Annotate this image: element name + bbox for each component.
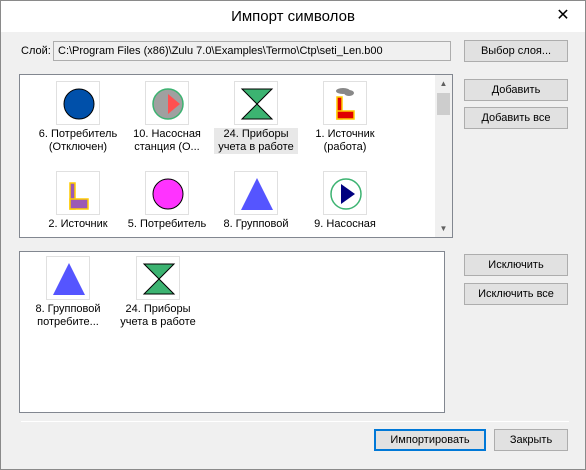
close-button[interactable]: Закрыть	[494, 429, 568, 451]
list-item[interactable]: 24. Приборы учета в работе	[214, 81, 298, 154]
hourglass-meter-icon	[234, 81, 278, 125]
hourglass-meter-icon	[136, 256, 180, 300]
list-item-label: 9. Насосная	[314, 218, 376, 230]
source-working-icon	[323, 81, 367, 125]
choose-layer-button[interactable]: Выбор слоя...	[464, 40, 568, 62]
list-item-label: 6. Потребитель (Отключен)	[38, 128, 118, 153]
available-symbols-list[interactable]: 6. Потребитель (Отключен) 10. Насосная с…	[19, 74, 453, 238]
list-item[interactable]: 8. Групповой потребите...	[26, 256, 110, 329]
vertical-scrollbar[interactable]: ▲ ▼	[435, 75, 452, 237]
list-item-label: 24. Приборы учета в работе	[214, 128, 298, 154]
import-symbols-dialog: Импорт символов ✕ Слой: C:\Program Files…	[0, 0, 586, 470]
remove-button[interactable]: Исключить	[464, 254, 568, 276]
list-item[interactable]: 8. Групповой	[214, 171, 298, 231]
list-item[interactable]: 5. Потребитель	[125, 171, 209, 231]
list-item-label: 8. Групповой потребите...	[35, 303, 101, 328]
title-bar: Импорт символов ✕	[1, 1, 585, 32]
scroll-thumb[interactable]	[437, 93, 450, 115]
list-item[interactable]: 1. Источник (работа)	[303, 81, 387, 154]
list-item-label: 5. Потребитель	[127, 218, 207, 230]
list-item[interactable]: 10. Насосная станция (О...	[125, 81, 209, 154]
divider	[21, 421, 569, 422]
blue-circle-icon	[56, 81, 100, 125]
import-button[interactable]: Импортировать	[374, 429, 486, 451]
selected-symbols-list[interactable]: 8. Групповой потребите... 24. Приборы уч…	[19, 251, 445, 413]
list-item-label: 10. Насосная станция (О...	[133, 128, 201, 153]
pump-icon	[323, 171, 367, 215]
list-item[interactable]: 24. Приборы учета в работе	[116, 256, 200, 329]
magenta-circle-icon	[145, 171, 189, 215]
list-item-label: 2. Источник	[48, 218, 108, 230]
list-item[interactable]: 9. Насосная	[303, 171, 387, 231]
add-button[interactable]: Добавить	[464, 79, 568, 101]
blue-triangle-icon	[46, 256, 90, 300]
remove-all-button[interactable]: Исключить все	[464, 283, 568, 305]
scroll-up-icon[interactable]: ▲	[435, 75, 452, 92]
list-item[interactable]: 6. Потребитель (Отключен)	[36, 81, 120, 154]
blue-triangle-icon	[234, 171, 278, 215]
list-item-label: 24. Приборы учета в работе	[120, 303, 196, 328]
list-item-label: 8. Групповой	[223, 218, 289, 230]
dialog-title: Импорт символов	[231, 8, 355, 25]
pump-station-icon	[145, 81, 189, 125]
list-item[interactable]: 2. Источник	[36, 171, 120, 231]
scroll-down-icon[interactable]: ▼	[435, 220, 452, 237]
close-icon[interactable]: ✕	[551, 6, 575, 26]
source-icon	[56, 171, 100, 215]
add-all-button[interactable]: Добавить все	[464, 107, 568, 129]
layer-label: Слой:	[21, 45, 51, 57]
layer-path-field[interactable]: C:\Program Files (x86)\Zulu 7.0\Examples…	[53, 41, 451, 61]
list-item-label: 1. Источник (работа)	[315, 128, 375, 153]
